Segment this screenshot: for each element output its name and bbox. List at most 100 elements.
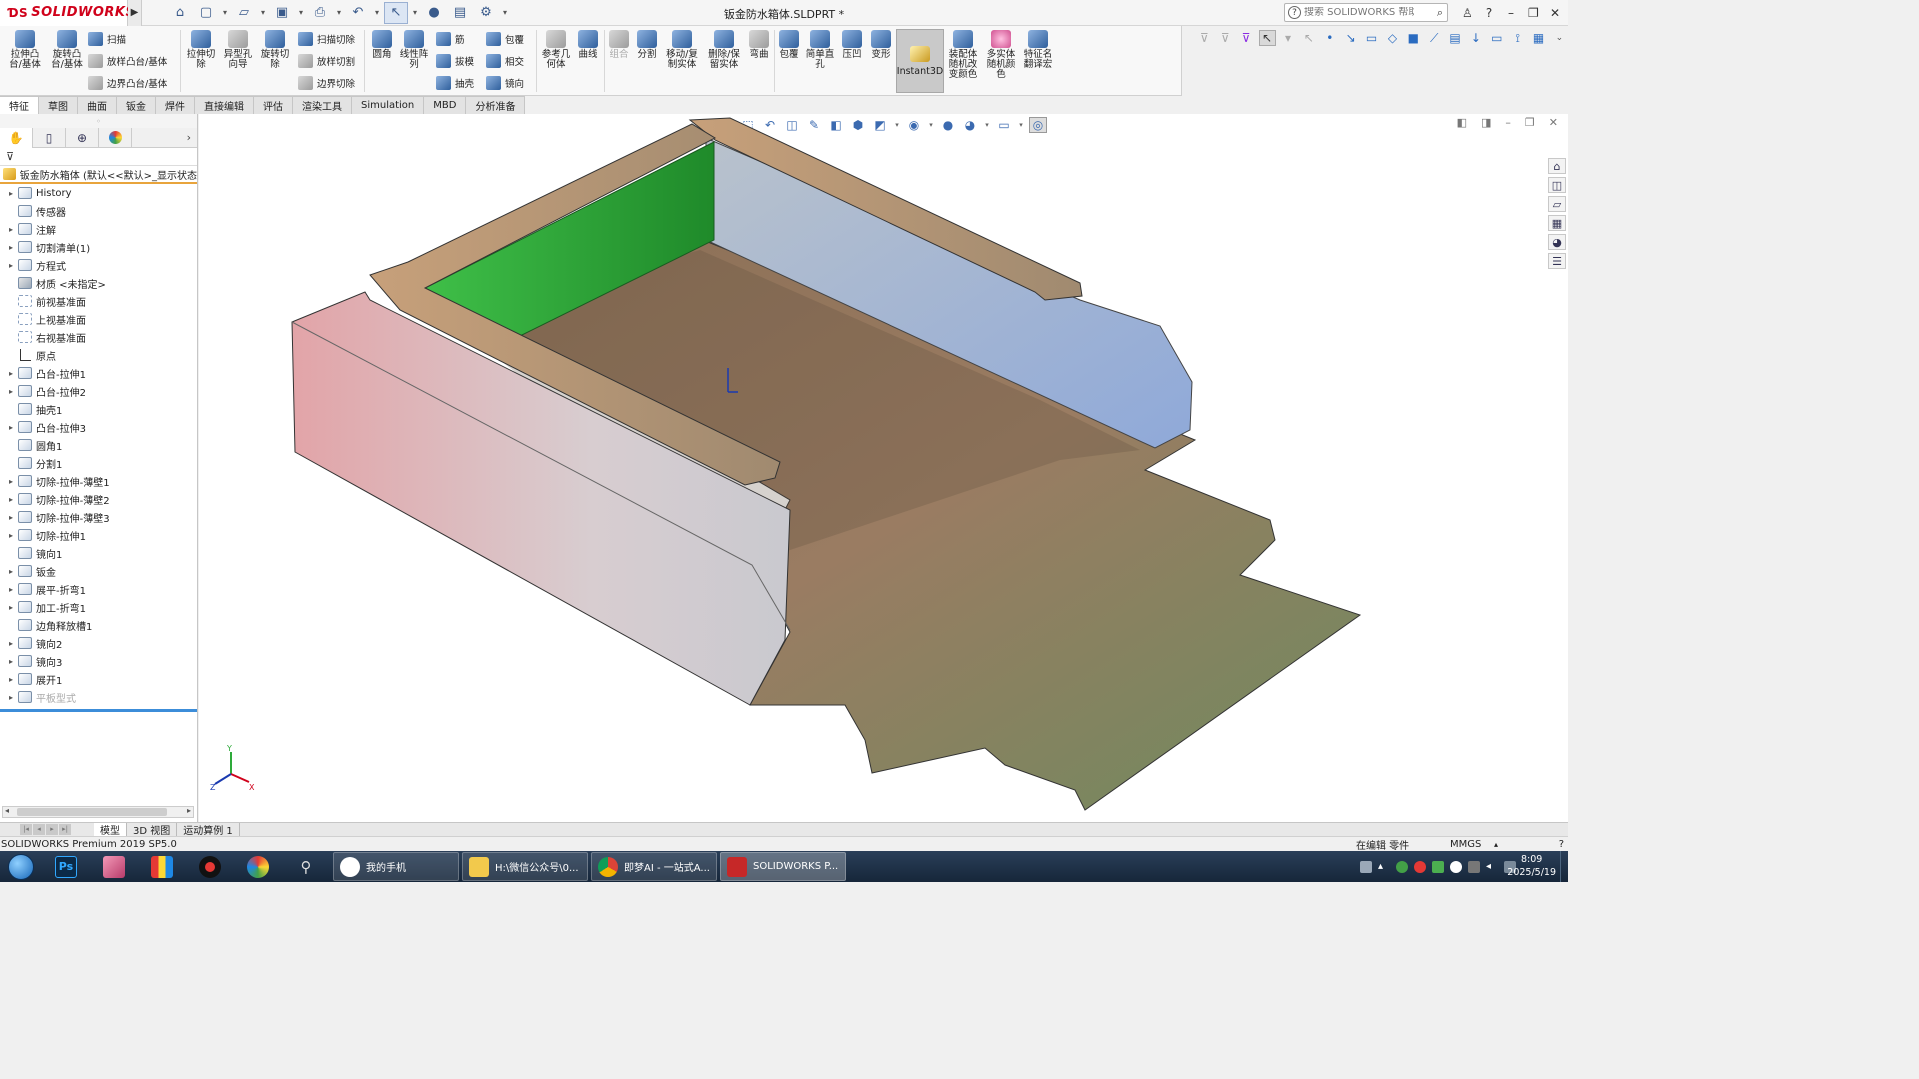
- expand-icon[interactable]: ▸: [4, 603, 18, 612]
- new-dropdown-icon[interactable]: ▾: [220, 2, 230, 24]
- options-gear-icon[interactable]: ⚙: [474, 2, 498, 24]
- tree-item[interactable]: ▸ 切除-拉伸-薄壁2: [0, 490, 197, 508]
- combine-button[interactable]: 组合: [606, 30, 632, 60]
- delete-keep-body-button[interactable]: 删除/保留实体: [704, 30, 744, 70]
- tree-item[interactable]: 传感器: [0, 202, 197, 220]
- intersect-button[interactable]: 相交: [486, 52, 524, 70]
- graphics-area[interactable]: ⤓ ⬚ ↶ ◫ ✎ ◧ ⬢ ◩ ▾ ◉ ▾ ● ◕ ▾ ▭ ▾ ◎ ◧ ◨ – …: [199, 114, 1568, 822]
- menu-expand-arrow-icon[interactable]: ▶: [128, 0, 142, 26]
- system-clock[interactable]: 8:09 2025/5/19: [1507, 853, 1556, 879]
- undo-dropdown-icon[interactable]: ▾: [372, 2, 382, 24]
- color-app-pinned[interactable]: [234, 851, 282, 882]
- tree-item[interactable]: 上视基准面: [0, 310, 197, 328]
- photoshop-pinned[interactable]: Ps: [42, 851, 90, 882]
- options-dropdown-icon[interactable]: ▾: [500, 2, 510, 24]
- filter-toggle-icon[interactable]: ⊽: [1238, 30, 1255, 46]
- sweep-cut-button[interactable]: 扫描切除: [298, 30, 355, 48]
- expand-icon[interactable]: ▸: [4, 675, 18, 684]
- tree-item[interactable]: 材质 <未指定>: [0, 274, 197, 292]
- expand-icon[interactable]: ▸: [4, 567, 18, 576]
- scroll-right-icon[interactable]: ▸: [187, 806, 191, 815]
- revolve-boss-button[interactable]: 旋转凸台/基体: [48, 30, 86, 70]
- tab-model[interactable]: 模型: [94, 822, 127, 837]
- toolbar-expand-icon[interactable]: ⌄: [1551, 30, 1568, 46]
- tree-item[interactable]: 前视基准面: [0, 292, 197, 310]
- tree-item[interactable]: 右视基准面: [0, 328, 197, 346]
- next-tab-icon[interactable]: ▸: [46, 823, 58, 835]
- expand-icon[interactable]: ▸: [4, 243, 18, 252]
- loft-boss-button[interactable]: 放样凸台/基体: [88, 52, 167, 70]
- loft-cut-button[interactable]: 放样切割: [298, 52, 355, 70]
- scroll-thumb[interactable]: [17, 808, 167, 816]
- security-icon[interactable]: [1396, 860, 1408, 873]
- expand-icon[interactable]: ▸: [4, 369, 18, 378]
- face-icon[interactable]: ▤: [1447, 30, 1464, 46]
- filter-icon[interactable]: ⊽: [1196, 30, 1213, 46]
- tree-item[interactable]: ▸ 注解: [0, 220, 197, 238]
- solidworks-resources-icon[interactable]: ⌂: [1548, 158, 1566, 174]
- tray-up-icon[interactable]: ▴: [1378, 861, 1390, 873]
- expand-icon[interactable]: ▸: [4, 531, 18, 540]
- reference-geometry-button[interactable]: 参考几何体: [540, 30, 572, 70]
- save-icon[interactable]: ▣: [270, 2, 294, 24]
- multibody-random-color-button[interactable]: 多实体随机颜色: [984, 30, 1018, 80]
- smart-select-icon[interactable]: ↖: [1301, 30, 1318, 46]
- design-library-icon[interactable]: ◫: [1548, 177, 1566, 193]
- tab-8[interactable]: Simulation: [352, 96, 425, 114]
- expand-icon[interactable]: ▸: [4, 261, 18, 270]
- move-copy-body-button[interactable]: 移动/复制实体: [662, 30, 702, 70]
- tab-6[interactable]: 评估: [254, 96, 293, 114]
- app-pinned-3[interactable]: [138, 851, 186, 882]
- draft-button[interactable]: 拔模: [436, 52, 474, 70]
- plane-icon[interactable]: ▭: [1363, 30, 1380, 46]
- view-palette-icon[interactable]: ▦: [1548, 215, 1566, 231]
- tree-item[interactable]: ▸ 凸台-拉伸3: [0, 418, 197, 436]
- tree-item[interactable]: ▸ 平板型式: [0, 688, 197, 706]
- recorder-pinned[interactable]: [186, 851, 234, 882]
- expand-icon[interactable]: ▸: [4, 639, 18, 648]
- configurationmanager-tab[interactable]: ⊕: [66, 127, 99, 148]
- solid-icon[interactable]: ■: [1405, 30, 1422, 46]
- help-search-box[interactable]: ? ⌕: [1284, 3, 1448, 22]
- volume-icon[interactable]: ◂: [1486, 861, 1498, 873]
- expand-icon[interactable]: ▸: [4, 585, 18, 594]
- tab-0[interactable]: 特征: [0, 96, 39, 114]
- expand-icon[interactable]: ▸: [4, 657, 18, 666]
- tree-item[interactable]: ▸ 镜向2: [0, 634, 197, 652]
- solidworks-logo[interactable]: ƊS SOLIDWORKS: [0, 0, 135, 26]
- save-dropdown-icon[interactable]: ▾: [296, 2, 306, 24]
- tree-item[interactable]: ▸ History: [0, 184, 197, 202]
- tree-item[interactable]: ▸ 切除-拉伸-薄壁3: [0, 508, 197, 526]
- boundary-cut-button[interactable]: 边界切除: [298, 74, 355, 92]
- wechat-icon[interactable]: [1432, 860, 1444, 873]
- tree-item[interactable]: ▸ 钣金: [0, 562, 197, 580]
- show-desktop-button[interactable]: [1560, 851, 1568, 882]
- tree-item[interactable]: ▸ 凸台-拉伸2: [0, 382, 197, 400]
- wrap-button-2[interactable]: 包覆: [776, 30, 802, 60]
- rib-button[interactable]: 筋: [436, 30, 465, 48]
- expand-icon[interactable]: ▸: [4, 693, 18, 702]
- tab-3[interactable]: 钣金: [117, 96, 156, 114]
- panel-expand-icon[interactable]: ›: [187, 131, 191, 144]
- hole-wizard-button[interactable]: 异型孔向导: [220, 30, 256, 70]
- task-chrome[interactable]: 即梦AI - 一站式A...: [591, 852, 717, 881]
- annotation-icon[interactable]: ▦: [1530, 30, 1547, 46]
- expand-icon[interactable]: ▸: [4, 387, 18, 396]
- custom-properties-icon[interactable]: ☰: [1548, 253, 1566, 269]
- tree-item[interactable]: 抽壳1: [0, 400, 197, 418]
- tree-item[interactable]: ▸ 凸台-拉伸1: [0, 364, 197, 382]
- linear-pattern-button[interactable]: 线性阵列: [398, 30, 430, 70]
- shell-button[interactable]: 抽壳: [436, 74, 474, 92]
- deform-button[interactable]: 变形: [868, 30, 894, 60]
- file-explorer-icon[interactable]: ▱: [1548, 196, 1566, 212]
- featuremanager-tab[interactable]: ✋: [0, 127, 33, 148]
- extrude-cut-button[interactable]: 拉伸切除: [184, 30, 218, 70]
- tree-filter[interactable]: ⊽: [0, 148, 197, 166]
- rollback-bar[interactable]: [0, 709, 197, 712]
- start-button[interactable]: [0, 851, 42, 882]
- tab-9[interactable]: MBD: [424, 96, 467, 114]
- tree-item[interactable]: ▸ 加工-折弯1: [0, 598, 197, 616]
- tree-horizontal-scrollbar[interactable]: ◂ ▸: [2, 806, 194, 818]
- split-button[interactable]: 分割: [634, 30, 660, 60]
- select-arrow-icon[interactable]: ↖: [1258, 30, 1276, 46]
